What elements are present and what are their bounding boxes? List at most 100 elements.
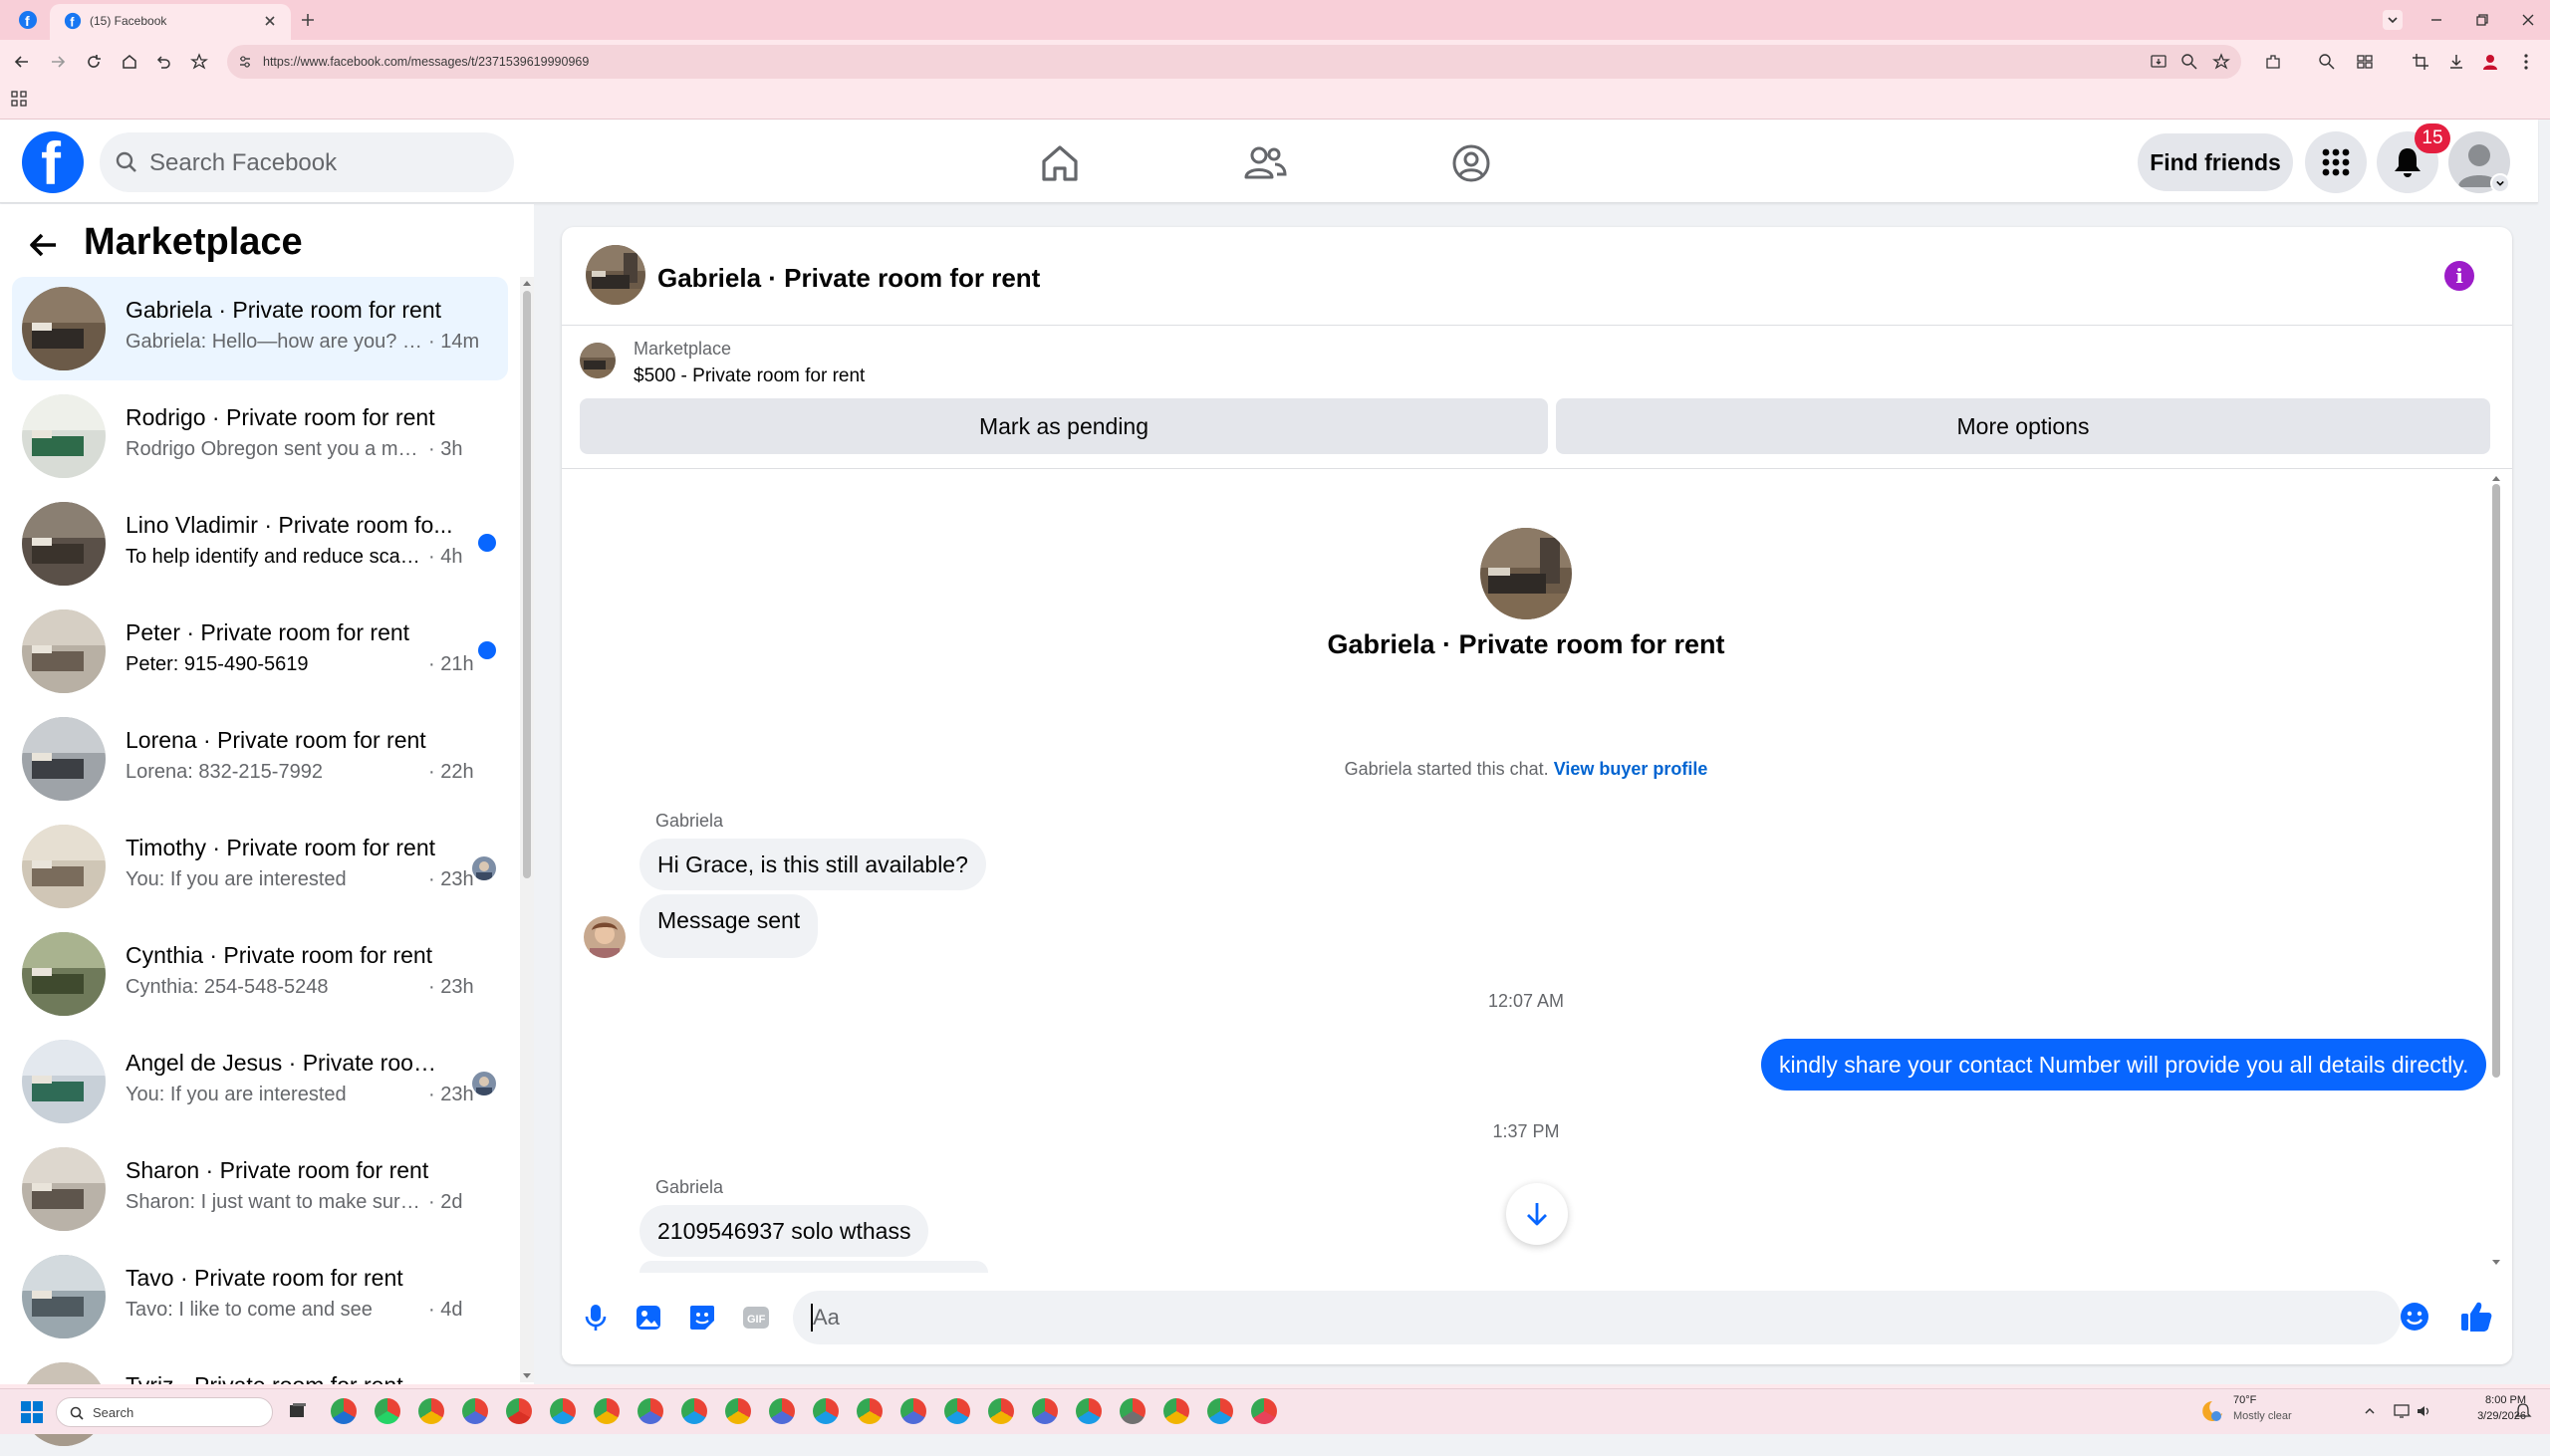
browser-menu-icon[interactable] — [2516, 52, 2536, 72]
friends-nav-icon[interactable] — [1241, 139, 1289, 187]
star-icon[interactable] — [2211, 52, 2231, 72]
windows-start-icon[interactable] — [20, 1400, 44, 1424]
conversation-item[interactable]: Timothy · Private room for rent You: If y… — [12, 815, 508, 918]
listing-title[interactable]: $500 - Private room for rent — [634, 365, 865, 387]
chat-header-title[interactable]: Gabriela · Private room for rent — [657, 263, 1040, 294]
zoom-icon[interactable] — [2179, 52, 2199, 72]
scroll-up-arrow-icon[interactable] — [522, 279, 532, 287]
chevron-up-icon[interactable] — [2363, 1404, 2377, 1418]
network-icon[interactable] — [2393, 1402, 2411, 1420]
chrome-icon[interactable] — [550, 1398, 576, 1424]
search-tabs-icon[interactable] — [2317, 52, 2337, 72]
chrome-icon[interactable] — [944, 1398, 970, 1424]
chrome-icon[interactable] — [506, 1398, 532, 1424]
minimize-icon[interactable] — [2426, 10, 2446, 30]
chrome-icon[interactable] — [900, 1398, 926, 1424]
new-tab-icon[interactable] — [299, 11, 317, 29]
back-arrow-icon[interactable] — [26, 227, 62, 263]
search-facebook-input[interactable]: Search Facebook — [100, 132, 514, 192]
messages-scrollbar-thumb[interactable] — [2492, 484, 2500, 1078]
chrome-icon[interactable] — [1120, 1398, 1146, 1424]
clock-date[interactable]: 3/29/2026 — [2430, 1410, 2526, 1422]
chrome-icon[interactable] — [462, 1398, 488, 1424]
menu-button[interactable] — [2305, 131, 2367, 193]
chrome-icon[interactable] — [594, 1398, 620, 1424]
tab-search-icon[interactable] — [2383, 10, 2403, 30]
chrome-icon[interactable] — [769, 1398, 795, 1424]
chrome-icon[interactable] — [418, 1398, 444, 1424]
task-view-icon[interactable] — [287, 1400, 309, 1422]
chrome-icon[interactable] — [988, 1398, 1014, 1424]
conversation-item[interactable]: Cynthia · Private room for rent Cynthia: … — [12, 922, 508, 1026]
find-friends-button[interactable]: Find friends — [2138, 133, 2293, 191]
tab-groups-icon[interactable] — [2355, 52, 2375, 72]
chrome-icon[interactable] — [1207, 1398, 1233, 1424]
conversation-item[interactable]: Angel de Jesus · Private room ... You: If… — [12, 1030, 508, 1133]
emoji-icon[interactable] — [2399, 1301, 2430, 1333]
bookmark-star-icon[interactable] — [189, 52, 209, 72]
scroll-down-arrow-icon[interactable] — [522, 1372, 532, 1380]
home-icon[interactable] — [120, 52, 139, 72]
conversation-avatar[interactable] — [1480, 528, 1572, 619]
microphone-icon[interactable] — [582, 1303, 610, 1333]
gif-icon[interactable]: GIF — [741, 1303, 771, 1333]
incoming-message[interactable]: 2109546937 solo wthass — [639, 1205, 929, 1257]
notification-center-icon[interactable] — [2514, 1402, 2532, 1420]
chrome-icon[interactable] — [1251, 1398, 1277, 1424]
undo-icon[interactable] — [153, 52, 173, 72]
conversation-item[interactable]: Sharon · Private room for rent Sharon: I … — [12, 1137, 508, 1241]
conversation-item[interactable]: Tavo · Private room for rent Tavo: I like… — [12, 1245, 508, 1348]
sidebar-scrollbar-thumb[interactable] — [523, 291, 531, 878]
chrome-icon[interactable] — [1163, 1398, 1189, 1424]
home-nav-icon[interactable] — [1036, 139, 1084, 187]
chat-header-avatar[interactable] — [586, 245, 645, 305]
account-chevron-down-icon[interactable] — [2490, 173, 2510, 193]
message-input[interactable]: Aa — [793, 1291, 2401, 1344]
apps-grid-icon[interactable] — [10, 90, 28, 108]
scroll-up-arrow-icon[interactable] — [2491, 474, 2501, 482]
profile-icon[interactable] — [2480, 52, 2500, 72]
facebook-logo[interactable]: f — [22, 130, 84, 197]
conversation-item[interactable]: Rodrigo · Private room for rent Rodrigo O… — [12, 384, 508, 488]
incoming-message[interactable]: Message sent — [639, 894, 819, 958]
edge-icon[interactable] — [331, 1398, 357, 1424]
chrome-icon[interactable] — [681, 1398, 707, 1424]
install-app-icon[interactable] — [2149, 52, 2168, 72]
scroll-down-arrow-icon[interactable] — [2491, 1259, 2501, 1267]
view-buyer-profile-link[interactable]: View buyer profile — [1554, 759, 1708, 779]
weather-icon[interactable] — [2199, 1398, 2225, 1424]
chrome-icon[interactable] — [857, 1398, 883, 1424]
whatsapp-icon[interactable] — [375, 1398, 400, 1424]
groups-nav-icon[interactable] — [1447, 139, 1495, 187]
conversation-item[interactable]: Peter · Private room for rent Peter: 915-… — [12, 600, 508, 703]
tab-close-icon[interactable] — [263, 14, 277, 28]
sender-avatar[interactable] — [584, 916, 626, 958]
close-window-icon[interactable] — [2518, 10, 2538, 30]
photo-icon[interactable] — [634, 1303, 663, 1333]
chrome-icon[interactable] — [1032, 1398, 1058, 1424]
conversation-item[interactable]: Lino Vladimir · Private room fo... To hel… — [12, 492, 508, 596]
sticker-icon[interactable] — [687, 1303, 717, 1333]
back-icon[interactable] — [12, 52, 32, 72]
crop-icon[interactable] — [2411, 52, 2430, 72]
chrome-icon[interactable] — [813, 1398, 839, 1424]
more-options-button[interactable]: More options — [1556, 398, 2490, 454]
conversation-item[interactable]: Gabriela · Private room for rent Gabriela… — [12, 277, 508, 380]
forward-icon[interactable] — [48, 52, 68, 72]
restore-icon[interactable] — [2472, 10, 2492, 30]
conversation-item[interactable]: Lorena · Private room for rent Lorena: 83… — [12, 707, 508, 811]
site-info-icon[interactable] — [237, 54, 253, 70]
thumbs-up-icon[interactable] — [2458, 1299, 2494, 1335]
mark-as-pending-button[interactable]: Mark as pending — [580, 398, 1548, 454]
incoming-message[interactable]: Hi Grace, is this still available? — [639, 839, 986, 890]
browser-tab[interactable]: f (15) Facebook — [50, 4, 291, 40]
scroll-to-bottom-button[interactable] — [1506, 1183, 1568, 1245]
chrome-icon[interactable] — [638, 1398, 663, 1424]
outgoing-message[interactable]: kindly share your contact Number will pr… — [1761, 1039, 2487, 1091]
listing-thumbnail[interactable] — [580, 343, 616, 378]
info-icon[interactable]: i — [2444, 261, 2474, 291]
chrome-icon[interactable] — [725, 1398, 751, 1424]
download-icon[interactable] — [2446, 52, 2466, 72]
reload-icon[interactable] — [84, 52, 104, 72]
taskbar-search[interactable]: Search — [56, 1397, 273, 1427]
